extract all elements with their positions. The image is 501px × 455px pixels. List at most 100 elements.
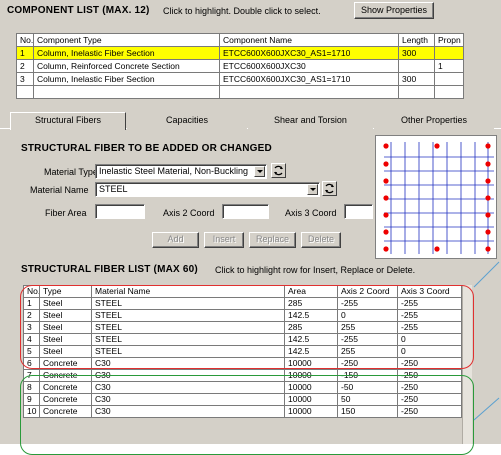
fiber-area-input[interactable] (95, 204, 145, 219)
table-row[interactable] (16, 85, 464, 99)
fiber-list-hint: Click to highlight row for Insert, Repla… (215, 265, 416, 275)
cell-type: Column, Inelastic Fiber Section (33, 72, 220, 86)
cell-no: 8 (23, 381, 40, 394)
cell-no: 1 (23, 297, 40, 310)
table-row[interactable]: 3 Column, Inelastic Fiber Section ETCC60… (16, 72, 464, 86)
cell-no: 2 (23, 309, 40, 322)
cell-no: 5 (23, 345, 40, 358)
table-row[interactable]: 8 Concrete C30 10000 -50 -250 (23, 381, 462, 394)
cell-axis3: -255 (397, 309, 462, 322)
material-type-select[interactable]: Inelastic Steel Material, Non-Buckling (95, 164, 267, 179)
cell-area: 142.5 (284, 345, 338, 358)
insert-button[interactable]: Insert (204, 232, 244, 248)
fiber-table-header: No. Type Material Name Area Axis 2 Coord… (23, 285, 462, 298)
tab-other-properties[interactable]: Other Properties (374, 113, 494, 129)
table-row[interactable]: 1 Steel STEEL 285 -255 -255 (23, 297, 462, 310)
fiber-list-scrollbar[interactable] (462, 285, 472, 444)
cell-length (398, 59, 435, 73)
fiber-table: No. Type Material Name Area Axis 2 Coord… (23, 285, 462, 418)
cell-type: Column, Inelastic Fiber Section (33, 46, 220, 60)
cell-axis3: -255 (397, 297, 462, 310)
cell-name: ETCC600X600JXC30_AS1=1710 (219, 72, 399, 86)
cell-area: 285 (284, 297, 338, 310)
component-list-hint: Click to highlight. Double click to sele… (163, 6, 321, 16)
cell-no: 2 (16, 59, 34, 73)
cell-no: 9 (23, 393, 40, 406)
cell-propn (434, 72, 464, 86)
material-type-value: Inelastic Steel Material, Non-Buckling (99, 166, 249, 176)
table-row[interactable]: 2 Steel STEEL 142.5 0 -255 (23, 309, 462, 322)
table-row[interactable]: 5 Steel STEEL 142.5 255 0 (23, 345, 462, 358)
cell-material: STEEL (91, 333, 285, 346)
cell-axis3: -250 (397, 393, 462, 406)
cell-axis2: -50 (337, 381, 398, 394)
cell-area: 285 (284, 321, 338, 334)
table-row[interactable]: 4 Steel STEEL 142.5 -255 0 (23, 333, 462, 346)
table-row[interactable]: 10 Concrete C30 10000 150 -250 (23, 405, 462, 418)
cell-material: STEEL (91, 321, 285, 334)
cell-no: 7 (23, 369, 40, 382)
cell-axis2: 150 (337, 405, 398, 418)
col-header-no: No. (23, 285, 40, 298)
cell-type: Steel (39, 333, 92, 346)
section-preview-drawing (383, 142, 494, 254)
fiber-area-label: Fiber Area (45, 208, 87, 218)
material-name-select[interactable]: STEEL (95, 182, 320, 197)
col-header-component-type: Component Type (33, 33, 220, 47)
cell-axis3: 0 (397, 345, 462, 358)
col-header-material-name: Material Name (91, 285, 285, 298)
cell-no: 3 (23, 321, 40, 334)
tab-structural-fibers[interactable]: Structural Fibers (10, 112, 126, 130)
cell-area: 10000 (284, 369, 338, 382)
cell-axis2: 0 (337, 309, 398, 322)
cell-axis2: -255 (337, 333, 398, 346)
axis3-coord-label: Axis 3 Coord (285, 208, 337, 218)
cell-axis3: -250 (397, 405, 462, 418)
cell-type: Steel (39, 321, 92, 334)
tab-capacities[interactable]: Capacities (127, 113, 247, 129)
cell-area: 10000 (284, 393, 338, 406)
col-header-component-name: Component Name (219, 33, 399, 47)
cell-material: C30 (91, 381, 285, 394)
cell-no: 10 (23, 405, 40, 418)
cell-length: 300 (398, 46, 435, 60)
cell-axis2: -250 (337, 357, 398, 370)
add-button[interactable]: Add (152, 232, 199, 248)
fiber-list-title: STRUCTURAL FIBER LIST (MAX 60) (21, 264, 198, 275)
chevron-down-icon[interactable] (254, 166, 265, 177)
cell-axis2: 255 (337, 345, 398, 358)
axis2-coord-input[interactable] (222, 204, 269, 219)
cell-material: STEEL (91, 297, 285, 310)
cell-area: 10000 (284, 357, 338, 370)
cell-type: Concrete (39, 369, 92, 382)
cell-material: C30 (91, 393, 285, 406)
col-header-axis2: Axis 2 Coord (337, 285, 398, 298)
cell-axis2: 255 (337, 321, 398, 334)
cell-axis3: 0 (397, 333, 462, 346)
axis3-coord-input[interactable] (344, 204, 373, 219)
cell-axis2: -150 (337, 369, 398, 382)
cell-type: Concrete (39, 405, 92, 418)
show-properties-button[interactable]: Show Properties (354, 2, 434, 19)
table-row[interactable]: 1 Column, Inelastic Fiber Section ETCC60… (16, 46, 464, 60)
chevron-down-icon[interactable] (307, 184, 318, 195)
refresh-material-name-icon[interactable] (322, 181, 337, 196)
tab-shear-and-torsion[interactable]: Shear and Torsion (248, 113, 373, 129)
col-header-type: Type (39, 285, 92, 298)
table-row[interactable]: 6 Concrete C30 10000 -250 -250 (23, 357, 462, 370)
replace-button[interactable]: Replace (249, 232, 296, 248)
delete-button[interactable]: Delete (301, 232, 341, 248)
cell-axis2: -255 (337, 297, 398, 310)
cell-type: Steel (39, 309, 92, 322)
cell-area: 10000 (284, 381, 338, 394)
material-type-label: Material Type (44, 167, 98, 177)
cell-type: Concrete (39, 381, 92, 394)
col-header-no: No. (16, 33, 34, 47)
table-row[interactable]: 2 Column, Reinforced Concrete Section ET… (16, 59, 464, 73)
section-preview (375, 135, 497, 259)
table-row[interactable]: 3 Steel STEEL 285 255 -255 (23, 321, 462, 334)
table-row[interactable]: 9 Concrete C30 10000 50 -250 (23, 393, 462, 406)
refresh-material-type-icon[interactable] (271, 163, 286, 178)
table-row[interactable]: 7 Concrete C30 10000 -150 -250 (23, 369, 462, 382)
cell-axis3: -250 (397, 369, 462, 382)
